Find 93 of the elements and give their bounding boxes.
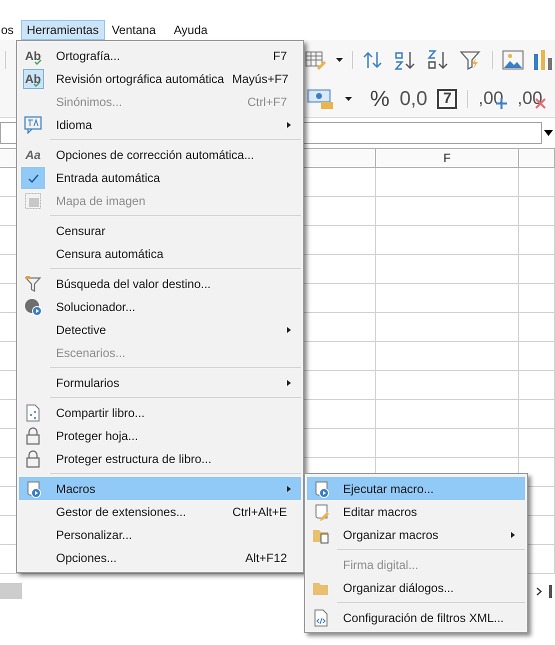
- bar-chart-icon[interactable]: [533, 50, 555, 70]
- menu-item-label: Búsqueda del valor destino...: [56, 276, 211, 292]
- menu-item-label: Editar macros: [343, 504, 418, 520]
- menu-item-label: Sinónimos...: [56, 94, 122, 110]
- menu-bar-item[interactable]: Ayuda: [162, 20, 219, 40]
- table-edit-icon[interactable]: [305, 50, 327, 70]
- menu-item-label: Opciones...: [56, 550, 117, 566]
- menu-item-label: Ortografía...: [56, 48, 120, 64]
- menu-item[interactable]: Formularios: [19, 371, 301, 394]
- submenu-arrow-icon: [287, 380, 291, 386]
- menu-item[interactable]: Aa Opciones de corrección automática...: [19, 143, 301, 166]
- sort-descending-icon[interactable]: [426, 49, 450, 71]
- menu-item-label: Firma digital...: [343, 556, 418, 574]
- menu-item-label: Ejecutar macro...: [343, 480, 434, 498]
- number-format-button[interactable]: 0,0: [400, 88, 428, 108]
- menu-item[interactable]: Censura automática: [19, 242, 301, 265]
- menu-item-label: Revisión ortográfica automática: [56, 70, 224, 88]
- menu-item-label: Compartir libro...: [56, 404, 145, 422]
- menu-item-label: Entrada automática: [56, 170, 160, 186]
- menu-item[interactable]: Personalizar...: [19, 523, 301, 546]
- menu-item[interactable]: Organizar macros: [307, 523, 525, 546]
- submenu-arrow-icon: [287, 486, 291, 492]
- percent-button[interactable]: %: [370, 88, 390, 110]
- checkmark-icon: [21, 166, 45, 188]
- play-badge-icon: [24, 298, 42, 316]
- menu-item[interactable]: Censurar: [19, 219, 301, 242]
- splitter-handle[interactable]: [549, 584, 552, 598]
- document-icon: [24, 404, 42, 422]
- menu-item[interactable]: Gestor de extensiones... Ctrl+Alt+E: [19, 500, 301, 523]
- spelling-icon: Ab: [22, 68, 44, 88]
- menu-item[interactable]: Macros: [19, 477, 301, 500]
- caret-icon[interactable]: [345, 96, 352, 100]
- menu-item-label: Idioma: [56, 116, 92, 134]
- caret-icon[interactable]: [336, 58, 343, 62]
- funnel-icon: [24, 274, 42, 292]
- menu-item[interactable]: Ejecutar macro...: [307, 477, 525, 500]
- menu-item-label: Macros: [56, 480, 96, 498]
- menu-item-label: Proteger estructura de libro...: [56, 450, 212, 468]
- shortcut-label: Ctrl+Alt+E: [232, 504, 287, 520]
- menu-item[interactable]: Entrada automática: [19, 166, 301, 189]
- sort-ascending-icon[interactable]: [393, 49, 417, 71]
- shortcut-label: F7: [272, 48, 287, 64]
- menu-item-label: Gestor de extensiones...: [56, 504, 186, 520]
- menu-item[interactable]: Detective: [19, 318, 301, 341]
- menu-item-label: Detective: [56, 322, 106, 338]
- submenu-arrow-icon: [287, 326, 291, 332]
- menu-item[interactable]: Idioma: [19, 113, 301, 136]
- menu-bar-item[interactable]: Herramientas: [20, 20, 105, 40]
- menu-item-label: Proteger hoja...: [56, 428, 138, 444]
- menu-item[interactable]: Proteger estructura de libro...: [19, 447, 301, 470]
- code-document-icon: [312, 608, 330, 626]
- shortcut-label: Ctrl+F7: [247, 94, 287, 110]
- menu-bar-item[interactable]: os: [0, 20, 21, 40]
- scrollbar[interactable]: [0, 583, 22, 599]
- menu-item[interactable]: Búsqueda del valor destino...: [19, 272, 301, 295]
- submenu-arrow-icon: [511, 532, 515, 538]
- image-icon[interactable]: [502, 50, 524, 70]
- menu-item-label: Organizar diálogos...: [343, 580, 454, 596]
- dropdown-arrow-icon[interactable]: [544, 130, 553, 136]
- menu-item-label: Configuración de filtros XML...: [343, 610, 504, 626]
- menu-item-label: Escenarios...: [56, 344, 126, 362]
- menu-item[interactable]: Compartir libro...: [19, 401, 301, 424]
- menu-item-label: Mapa de imagen: [56, 192, 146, 210]
- menu-item[interactable]: Opciones... Alt+F12: [19, 546, 301, 569]
- delete-decimal-button[interactable]: ,00: [517, 88, 546, 108]
- menu-item[interactable]: Editar macros: [307, 500, 525, 523]
- submenu-arrow-icon: [287, 122, 291, 128]
- menu-item-label: Personalizar...: [56, 526, 132, 544]
- menu-item[interactable]: Proteger hoja...: [19, 424, 301, 447]
- menu-item-label: Formularios: [56, 374, 120, 392]
- menu-item-label: Organizar macros: [343, 526, 438, 544]
- menu-item[interactable]: Ab Revisión ortográfica automática Mayús+F7: [19, 67, 301, 90]
- menu-item-label: Censura automática: [56, 246, 164, 262]
- shortcut-label: Mayús+F7: [232, 70, 288, 88]
- shortcut-label: Alt+F12: [245, 550, 287, 566]
- speech-bubble-icon: [24, 116, 42, 134]
- lock-icon: [24, 426, 42, 444]
- picture-icon: [24, 192, 42, 210]
- sort-icon[interactable]: [362, 50, 384, 70]
- menu-item-label: Censurar: [56, 222, 106, 240]
- menu-item-label: Opciones de corrección automática...: [56, 146, 254, 164]
- font-style-icon: Aa: [22, 144, 44, 164]
- date-format-button[interactable]: 7: [437, 88, 458, 108]
- funnel-icon[interactable]: [459, 49, 483, 71]
- column-header[interactable]: F: [376, 149, 519, 167]
- chevron-right-icon[interactable]: [536, 586, 542, 596]
- menu-item-label: Solucionador...: [56, 298, 136, 316]
- currency-icon[interactable]: [307, 88, 335, 110]
- lock-icon: [24, 450, 42, 468]
- menu-item[interactable]: Configuración de filtros XML...: [307, 606, 525, 629]
- menu-bar-item[interactable]: Ventana: [104, 20, 163, 40]
- menu-item[interactable]: Organizar diálogos...: [307, 576, 525, 599]
- menu-item[interactable]: Solucionador...: [19, 295, 301, 318]
